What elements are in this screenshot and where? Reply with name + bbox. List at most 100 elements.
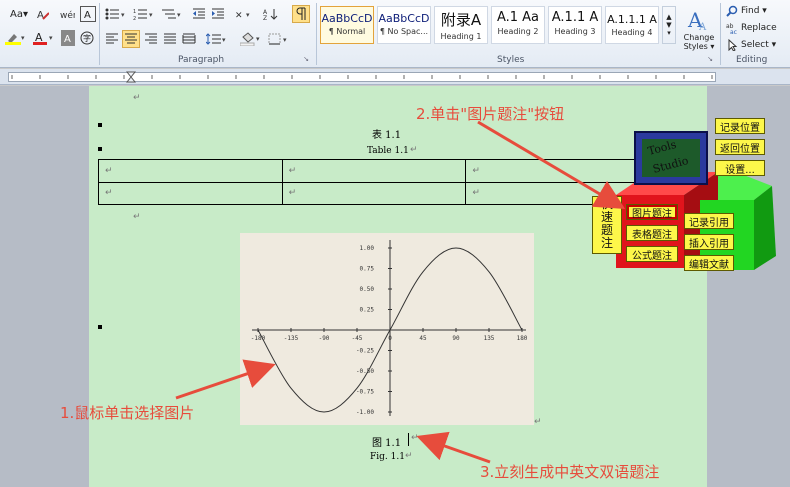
char-shading-icon[interactable]: A: [61, 30, 75, 46]
style-no-spacing[interactable]: AaBbCcD ¶ No Spac...: [377, 6, 431, 44]
figure-caption-button[interactable]: 图片题注: [626, 204, 678, 220]
asian-layout-icon[interactable]: ✕ ▾: [234, 6, 256, 22]
style-preview: AaBbCcD: [378, 12, 430, 25]
chevron-up-icon: ▲: [666, 13, 672, 21]
svg-text:A: A: [64, 34, 71, 44]
decrease-indent-icon[interactable]: [191, 6, 207, 22]
find-label: Find ▾: [741, 6, 767, 16]
table-caption-cn: 表 1.1: [372, 130, 402, 141]
svg-text:字: 字: [83, 33, 91, 43]
table-cell[interactable]: ↵: [98, 181, 283, 205]
x-tick-label: -135: [284, 335, 299, 342]
x-tick-label: -45: [352, 335, 363, 342]
align-right-icon[interactable]: [143, 31, 159, 47]
y-tick-label: -0.75: [356, 389, 374, 396]
numbering-icon[interactable]: 1 2 ▾: [132, 6, 156, 22]
svg-text:Z: Z: [263, 15, 267, 20]
x-tick-label: 180: [517, 335, 528, 342]
document-table[interactable]: ↵ ↵ ↵ ↵ ↵ ↵: [98, 159, 650, 205]
y-tick-label: -1.00: [356, 409, 374, 416]
highlight-icon[interactable]: ▾: [4, 30, 28, 46]
edit-bibliography-button[interactable]: 编辑文献: [684, 255, 734, 271]
y-tick-label: -0.50: [356, 368, 374, 375]
paragraph-mark: ↵: [133, 93, 141, 103]
justify-icon[interactable]: [162, 31, 178, 47]
table-cell[interactable]: ↵: [98, 159, 283, 183]
record-reference-button[interactable]: 记录引用: [684, 213, 734, 229]
clear-format-icon[interactable]: A: [36, 6, 50, 22]
svg-text:▾: ▾: [121, 11, 125, 19]
replace-button[interactable]: ab ac Replace: [726, 20, 788, 36]
change-styles-button[interactable]: AA Change Styles ▾: [680, 4, 718, 54]
borders-icon[interactable]: ▾: [267, 31, 291, 47]
table-cell[interactable]: ↵: [281, 159, 467, 183]
svg-text:A: A: [698, 22, 707, 33]
shading-icon[interactable]: ▾: [239, 31, 263, 47]
style-normal[interactable]: AaBbCcD ¶ Normal: [320, 6, 374, 44]
font-color-icon[interactable]: A ▾: [32, 30, 56, 46]
equation-caption-button[interactable]: 公式题注: [626, 246, 678, 262]
line-spacing-icon[interactable]: ▾: [205, 31, 229, 47]
table-cell[interactable]: ↵: [281, 181, 467, 205]
enclose-char-icon[interactable]: 字: [79, 30, 95, 46]
table-caption-button[interactable]: 表格题注: [626, 225, 678, 241]
figure-caption-en: Fig. 1.1: [370, 452, 405, 462]
insert-reference-button[interactable]: 插入引用: [684, 234, 734, 250]
styles-group-label: Styles: [497, 55, 525, 65]
change-styles-label: Change Styles ▾: [683, 33, 715, 51]
align-center-icon[interactable]: [122, 30, 140, 48]
ruler-ticks: [11, 71, 713, 83]
distributed-icon[interactable]: [181, 31, 197, 47]
align-left-icon[interactable]: [104, 31, 120, 47]
styles-gallery-scroll[interactable]: ▲ ▼ ▾: [662, 6, 676, 44]
char-border-icon[interactable]: A: [80, 6, 96, 22]
style-preview: 附录A: [440, 11, 482, 29]
paragraph-dialog-launcher-icon[interactable]: ↘: [301, 54, 311, 64]
style-name: ¶ Normal: [328, 27, 366, 36]
svg-text:▾: ▾: [246, 11, 250, 19]
svg-text:2: 2: [133, 16, 136, 20]
multilevel-list-icon[interactable]: ▾: [160, 6, 184, 22]
svg-text:1: 1: [133, 9, 136, 15]
x-tick-label: 90: [452, 335, 460, 342]
style-heading-3[interactable]: A.1.1 A Heading 3: [548, 6, 602, 44]
select-button[interactable]: Select ▾: [726, 37, 788, 53]
find-icon: [726, 5, 738, 17]
change-case-button[interactable]: Aa▾: [6, 6, 32, 22]
style-name: Heading 4: [611, 28, 653, 37]
chevron-down-icon: ▼: [666, 21, 672, 29]
style-name: ¶ No Spac...: [379, 27, 429, 36]
annotation-step2: 2.单击"图片题注"按钮: [416, 105, 565, 123]
record-position-button[interactable]: 记录位置: [715, 118, 765, 134]
table-cell[interactable]: ↵: [465, 159, 650, 183]
settings-button[interactable]: 设置...: [715, 160, 765, 176]
separator: [720, 3, 721, 65]
ribbon: Aa▾ A wén A ▾ A▾ A 字 ▾ 12▾ ▾ ✕▾ AZ: [0, 0, 790, 68]
paragraph-mark: ↵: [411, 433, 419, 443]
style-heading-4[interactable]: A.1.1.1 A Heading 4: [605, 6, 659, 44]
bullets-icon[interactable]: ▾: [104, 6, 128, 22]
show-hide-marks-icon[interactable]: [292, 5, 310, 23]
list-bullet: [98, 325, 102, 329]
annotation-step3: 3.立刻生成中英文双语题注: [480, 463, 660, 481]
style-name: Heading 2: [497, 27, 539, 36]
svg-text:▾: ▾: [49, 34, 53, 42]
style-heading-2[interactable]: A.1 Aa Heading 2: [491, 6, 545, 44]
replace-label: Replace: [741, 23, 777, 33]
phonetic-guide-icon[interactable]: wén: [58, 6, 76, 22]
horizontal-ruler[interactable]: [0, 69, 790, 85]
style-name: Heading 3: [554, 27, 596, 36]
sort-icon[interactable]: AZ: [262, 6, 280, 22]
increase-indent-icon[interactable]: [210, 6, 226, 22]
svg-text:▾: ▾: [21, 34, 25, 42]
separator: [99, 3, 100, 65]
paragraph-mark: ↵: [534, 417, 542, 427]
styles-dialog-launcher-icon[interactable]: ↘: [705, 54, 715, 64]
style-heading-1[interactable]: 附录A Heading 1: [434, 6, 488, 44]
svg-text:wén: wén: [60, 10, 75, 20]
more-icon: ▾: [667, 29, 671, 37]
find-button[interactable]: Find ▾: [726, 3, 786, 19]
figure-image[interactable]: -180 -135 -90 -45 0 45 90 135 180 1.00 0.75 0.50 0.2…: [240, 233, 534, 425]
return-position-button[interactable]: 返回位置: [715, 139, 765, 155]
left-margin: [0, 86, 89, 487]
